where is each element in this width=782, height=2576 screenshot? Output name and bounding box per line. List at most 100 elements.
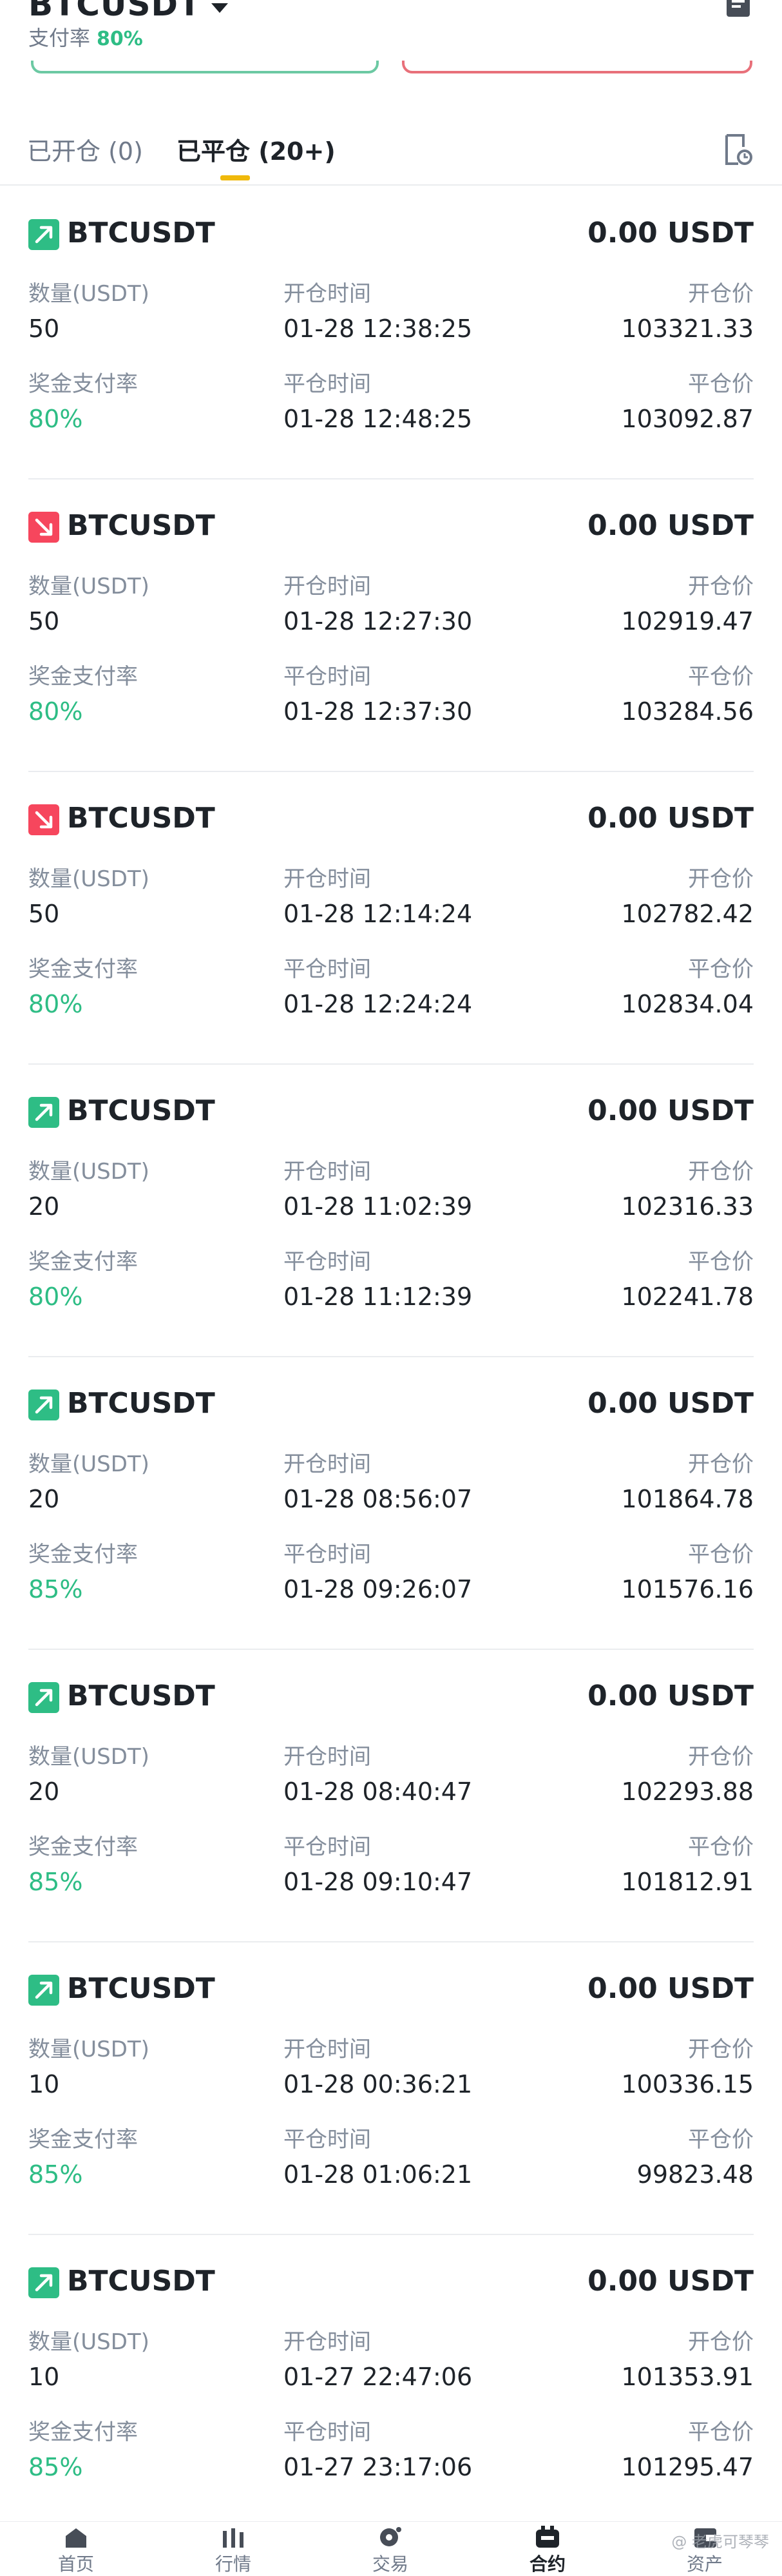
close-time-value: 01-28 09:10:47 <box>283 1868 473 1896</box>
markets-icon <box>223 2528 243 2548</box>
open-price-label: 开仓价 <box>688 574 754 599</box>
open-time-value: 01-28 00:36:21 <box>283 2070 473 2098</box>
buy-down-button[interactable] <box>402 61 752 79</box>
close-price-label: 平仓价 <box>688 371 754 397</box>
open-price-value: 101353.91 <box>621 2363 754 2391</box>
trade-card[interactable]: BTCUSDT 0.00 USDT 数量(USDT) 开仓时间 开仓价 20 01-28 0… <box>28 1357 754 1650</box>
close-price-label: 平仓价 <box>688 1249 754 1275</box>
close-price-label: 平仓价 <box>688 1542 754 1567</box>
trade-card[interactable]: BTCUSDT 0.00 USDT 数量(USDT) 开仓时间 开仓价 10 01-27 2… <box>28 2235 754 2528</box>
trade-symbol: BTCUSDT <box>67 2265 215 2298</box>
trade-card[interactable]: BTCUSDT 0.00 USDT 数量(USDT) 开仓时间 开仓价 20 01-28 0… <box>28 1650 754 1942</box>
arrow-down-right-icon <box>28 512 59 543</box>
close-price-label: 平仓价 <box>688 956 754 982</box>
trade-icon <box>380 2527 401 2546</box>
nav-label-futures: 合约 <box>529 2553 566 2575</box>
open-time-value: 01-28 08:40:47 <box>283 1777 473 1806</box>
trade-pnl: 0.00 USDT <box>587 802 754 835</box>
nav-home[interactable]: 首页 <box>37 2522 115 2575</box>
quantity-label: 数量(USDT) <box>28 2037 149 2062</box>
payout-rate: 支付率 80% <box>28 22 143 52</box>
trade-symbol: BTCUSDT <box>67 802 215 835</box>
nav-label-trade: 交易 <box>372 2553 408 2575</box>
quantity-label: 数量(USDT) <box>28 866 149 892</box>
arrow-up-right-icon <box>28 219 59 250</box>
nav-markets[interactable]: 行情 <box>195 2522 272 2575</box>
close-time-value: 01-28 11:12:39 <box>283 1283 473 1311</box>
document-icon[interactable] <box>724 0 752 18</box>
trade-pnl: 0.00 USDT <box>587 1094 754 1127</box>
trade-card[interactable]: BTCUSDT 0.00 USDT 数量(USDT) 开仓时间 开仓价 50 01-28 1… <box>28 772 754 1065</box>
payout-rate-value: 85% <box>28 1575 83 1603</box>
history-icon[interactable] <box>724 134 752 166</box>
close-time-value: 01-28 12:37:30 <box>283 697 473 726</box>
quantity-label: 数量(USDT) <box>28 1159 149 1185</box>
open-time-value: 01-28 12:14:24 <box>283 900 473 928</box>
open-time-value: 01-28 12:27:30 <box>283 607 473 635</box>
open-time-value: 01-28 08:56:07 <box>283 1485 473 1513</box>
open-price-label: 开仓价 <box>688 1159 754 1185</box>
trade-card[interactable]: BTCUSDT 0.00 USDT 数量(USDT) 开仓时间 开仓价 50 01-28 1… <box>28 479 754 772</box>
trade-card[interactable]: BTCUSDT 0.00 USDT 数量(USDT) 开仓时间 开仓价 50 01-28 1… <box>28 187 754 479</box>
bottom-nav: 首页 行情 交易 合约 资产 <box>0 2521 782 2575</box>
tab-open-positions[interactable]: 已开仓 (0) <box>27 131 143 167</box>
nav-trade[interactable]: 交易 <box>352 2522 429 2575</box>
close-time-label: 平仓时间 <box>283 2127 371 2153</box>
open-time-label: 开仓时间 <box>283 2037 371 2062</box>
trade-card[interactable]: BTCUSDT 0.00 USDT 数量(USDT) 开仓时间 开仓价 20 01-28 1… <box>28 1065 754 1357</box>
close-time-label: 平仓时间 <box>283 2419 371 2445</box>
active-tab-indicator <box>220 175 250 180</box>
nav-label-markets: 行情 <box>215 2553 251 2575</box>
close-time-label: 平仓时间 <box>283 956 371 982</box>
payout-rate-value: 80% <box>28 1283 83 1311</box>
open-time-value: 01-28 11:02:39 <box>283 1192 473 1221</box>
arrow-up-right-icon <box>28 1975 59 2006</box>
symbol-selector[interactable]: BTCUSDT <box>28 0 229 23</box>
payout-rate-label: 奖金支付率 <box>28 2419 138 2445</box>
close-time-label: 平仓时间 <box>283 371 371 397</box>
open-price-value: 102293.88 <box>621 1777 754 1806</box>
quantity-value: 50 <box>28 607 60 635</box>
payout-rate-label: 奖金支付率 <box>28 1249 138 1275</box>
open-price-label: 开仓价 <box>688 281 754 307</box>
open-price-value: 101864.78 <box>621 1485 754 1513</box>
open-time-label: 开仓时间 <box>283 1744 371 1770</box>
close-price-value: 102241.78 <box>621 1283 754 1311</box>
open-price-label: 开仓价 <box>688 866 754 892</box>
trade-pnl: 0.00 USDT <box>587 217 754 249</box>
payout-rate-value: 80% <box>28 405 83 433</box>
close-price-value: 102834.04 <box>621 990 754 1018</box>
trade-card[interactable]: BTCUSDT 0.00 USDT 数量(USDT) 开仓时间 开仓价 10 01-28 0… <box>28 1942 754 2235</box>
quantity-label: 数量(USDT) <box>28 1451 149 1477</box>
open-price-label: 开仓价 <box>688 1451 754 1477</box>
open-time-value: 01-27 22:47:06 <box>283 2363 473 2391</box>
close-price-value: 101295.47 <box>621 2453 754 2481</box>
payout-rate-label: 奖金支付率 <box>28 1542 138 1567</box>
close-price-value: 99823.48 <box>636 2160 754 2189</box>
trade-symbol: BTCUSDT <box>67 1094 215 1127</box>
buy-up-button[interactable] <box>31 61 379 79</box>
quantity-label: 数量(USDT) <box>28 1744 149 1770</box>
close-time-value: 01-27 23:17:06 <box>283 2453 473 2481</box>
close-time-value: 01-28 01:06:21 <box>283 2160 473 2189</box>
open-time-label: 开仓时间 <box>283 1451 371 1477</box>
nav-futures[interactable]: 合约 <box>509 2522 586 2575</box>
payout-rate-label: 奖金支付率 <box>28 2127 138 2153</box>
symbol-title: BTCUSDT <box>28 0 202 23</box>
payout-rate-label: 奖金支付率 <box>28 956 138 982</box>
trade-symbol: BTCUSDT <box>67 509 215 542</box>
futures-icon <box>536 2526 559 2548</box>
trade-pnl: 0.00 USDT <box>587 509 754 542</box>
quantity-label: 数量(USDT) <box>28 574 149 599</box>
close-price-value: 103284.56 <box>621 697 754 726</box>
arrow-down-right-icon <box>28 804 59 835</box>
trade-pnl: 0.00 USDT <box>587 1387 754 1420</box>
tab-closed-positions[interactable]: 已平仓 (20+) <box>176 131 336 167</box>
close-time-value: 01-28 12:48:25 <box>283 405 473 433</box>
payout-rate-label: 奖金支付率 <box>28 371 138 397</box>
payout-rate-label: 奖金支付率 <box>28 1834 138 1860</box>
trade-symbol: BTCUSDT <box>67 1972 215 2005</box>
close-price-label: 平仓价 <box>688 2127 754 2153</box>
open-price-value: 102782.42 <box>621 900 754 928</box>
open-price-value: 100336.15 <box>621 2070 754 2098</box>
